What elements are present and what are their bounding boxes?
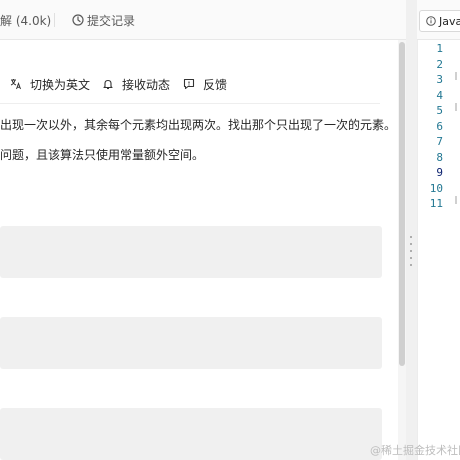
code-fold-marker xyxy=(455,196,457,204)
splitter-grip-dot xyxy=(410,243,412,245)
code-fold-marker xyxy=(455,103,457,111)
feedback-icon xyxy=(183,78,195,90)
line-number: 10 xyxy=(429,182,443,195)
bell-icon xyxy=(103,79,113,90)
subscribe-label: 接收动态 xyxy=(122,77,171,92)
problem-description-line-2: 问题，且该算法只使用常量额外空间。 xyxy=(0,148,205,162)
switch-language-label: 切换为英文 xyxy=(30,77,91,92)
feedback-button[interactable]: 反馈 xyxy=(183,68,227,100)
tab-solutions[interactable]: 解 (4.0k) xyxy=(0,0,51,40)
splitter-grip-dot xyxy=(410,236,412,238)
pane-splitter[interactable] xyxy=(406,0,417,460)
splitter-grip-dot xyxy=(410,264,412,266)
info-icon xyxy=(426,16,436,26)
tab-submissions-label: 提交记录 xyxy=(87,13,136,28)
line-number: 3 xyxy=(436,73,443,86)
line-number: 1 xyxy=(436,42,443,55)
translate-icon xyxy=(10,79,21,90)
example-block xyxy=(0,408,382,460)
line-number: 8 xyxy=(436,151,443,164)
content-divider xyxy=(0,103,380,104)
problem-description-line-1: 出现一次以外，其余每个元素均出现两次。找出那个只出现了一次的元素。 xyxy=(0,118,397,132)
language-select-label: JavaS xyxy=(439,14,460,28)
feedback-label: 反馈 xyxy=(203,77,228,92)
line-number: 4 xyxy=(436,89,443,102)
problem-tabbar: 解 (4.0k) 提交记录 xyxy=(0,0,406,40)
tab-solutions-label: 解 (4.0k) xyxy=(0,13,52,28)
line-number-active: 9 xyxy=(436,166,443,179)
watermark: @稀土掘金技术社区 xyxy=(370,444,460,457)
subscribe-button[interactable]: 接收动态 xyxy=(102,68,170,100)
code-fold-marker xyxy=(455,72,457,80)
line-number: 7 xyxy=(436,135,443,148)
line-number: 2 xyxy=(436,58,443,71)
line-number: 6 xyxy=(436,120,443,133)
problem-scrollbar-thumb[interactable] xyxy=(399,42,405,366)
splitter-grip-dot xyxy=(410,250,412,252)
line-number: 11 xyxy=(429,197,443,210)
language-select[interactable]: JavaS xyxy=(419,10,460,32)
switch-language-button[interactable]: 切换为英文 xyxy=(10,68,90,100)
example-block xyxy=(0,226,382,278)
example-block xyxy=(0,317,382,369)
tab-divider xyxy=(54,13,55,27)
line-number: 5 xyxy=(436,104,443,117)
clock-icon xyxy=(72,14,84,26)
splitter-grip-dot xyxy=(410,257,412,259)
tab-submissions[interactable]: 提交记录 xyxy=(72,0,135,40)
